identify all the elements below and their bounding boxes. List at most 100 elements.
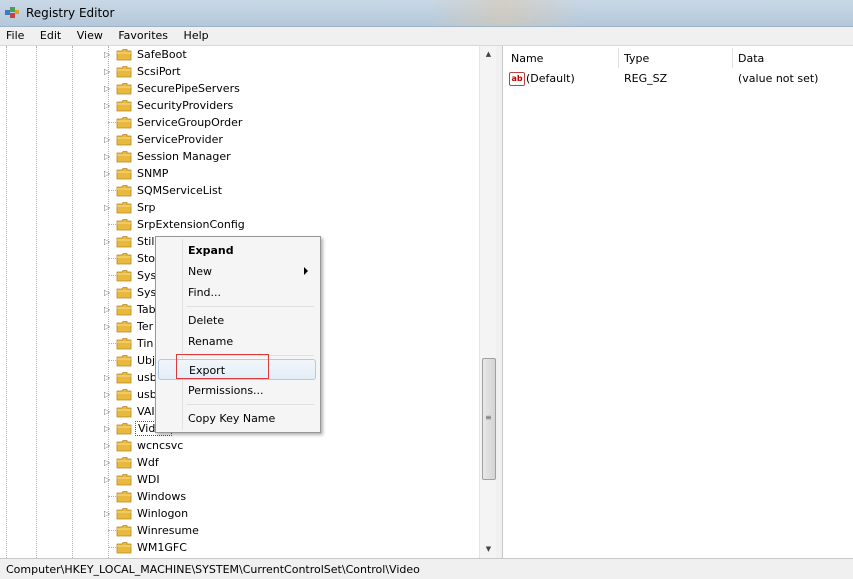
menu-favorites[interactable]: Favorites bbox=[112, 27, 174, 42]
menu-view[interactable]: View bbox=[71, 27, 109, 42]
folder-icon bbox=[116, 371, 132, 384]
tree-item[interactable]: Windows bbox=[4, 488, 479, 505]
tree-item-label: Session Manager bbox=[137, 150, 231, 163]
tree-item[interactable]: ▷ Srp bbox=[4, 199, 479, 216]
menu-file[interactable]: File bbox=[0, 27, 30, 42]
folder-icon bbox=[116, 235, 132, 248]
tree-item[interactable]: ▷ Wdf bbox=[4, 454, 479, 471]
column-divider[interactable] bbox=[618, 48, 619, 68]
tree-item[interactable]: ▷ SNMP bbox=[4, 165, 479, 182]
scroll-up-icon[interactable]: ▲ bbox=[480, 46, 497, 63]
tree-item[interactable]: Winresume bbox=[4, 522, 479, 539]
tree-item-label: Srp bbox=[137, 201, 156, 214]
expand-arrow-icon[interactable]: ▷ bbox=[104, 458, 112, 467]
tree-item-label: Tab bbox=[137, 303, 156, 316]
folder-icon bbox=[116, 405, 132, 418]
expand-arrow-icon[interactable]: ▷ bbox=[104, 84, 112, 93]
menu-item-label: Permissions... bbox=[188, 384, 264, 397]
tree-item-label: usb bbox=[137, 371, 157, 384]
expand-arrow-icon[interactable]: ▷ bbox=[104, 169, 112, 178]
tree-item[interactable]: ▷ SecurityProviders bbox=[4, 97, 479, 114]
tree-item[interactable]: ▷ Session Manager bbox=[4, 148, 479, 165]
tree-item-label: Winresume bbox=[137, 524, 199, 537]
tree-item-label: wcncsvc bbox=[137, 439, 184, 452]
menu-item-permissions[interactable]: Permissions... bbox=[158, 380, 316, 401]
folder-icon bbox=[116, 286, 132, 299]
menu-item-label: Rename bbox=[188, 335, 234, 348]
expand-arrow-icon[interactable]: ▷ bbox=[104, 50, 112, 59]
menu-item-delete[interactable]: Delete bbox=[158, 310, 316, 331]
tree-item[interactable]: ▷ ServiceProvider bbox=[4, 131, 479, 148]
submenu-arrow-icon bbox=[304, 267, 308, 275]
menu-item-find[interactable]: Find... bbox=[158, 282, 316, 303]
column-header-data[interactable]: Data bbox=[738, 46, 764, 68]
expand-arrow-icon[interactable]: ▷ bbox=[104, 67, 112, 76]
menu-item-label: New bbox=[188, 265, 212, 278]
expand-arrow-icon[interactable]: ▷ bbox=[104, 441, 112, 450]
expand-arrow-icon[interactable]: ▷ bbox=[104, 203, 112, 212]
menu-separator bbox=[186, 306, 314, 307]
expand-arrow-icon[interactable]: ▷ bbox=[104, 407, 112, 416]
expand-arrow-icon[interactable]: ▷ bbox=[104, 424, 112, 433]
tree-item-label: Tin bbox=[137, 337, 154, 350]
tree-item-label: SQMServiceList bbox=[137, 184, 223, 197]
menu-item-label: Find... bbox=[188, 286, 222, 299]
value-data: (value not set) bbox=[738, 72, 819, 85]
value-row[interactable]: ab (Default) REG_SZ (value not set) bbox=[503, 70, 853, 87]
folder-icon bbox=[116, 218, 132, 231]
tree-item[interactable]: ServiceGroupOrder bbox=[4, 114, 479, 131]
expand-arrow-icon[interactable]: ▷ bbox=[104, 322, 112, 331]
column-divider[interactable] bbox=[732, 48, 733, 68]
tree-item-label: SNMP bbox=[137, 167, 169, 180]
folder-icon bbox=[116, 354, 132, 367]
expand-arrow-icon[interactable]: ▷ bbox=[104, 135, 112, 144]
folder-icon bbox=[116, 456, 132, 469]
expand-arrow-icon[interactable]: ▷ bbox=[104, 288, 112, 297]
tree-item[interactable]: ▷ wcncsvc bbox=[4, 437, 479, 454]
expand-arrow-icon[interactable]: ▷ bbox=[104, 101, 112, 110]
tree-scrollbar[interactable]: ▲ ≡ ▼ bbox=[479, 46, 497, 558]
folder-icon bbox=[116, 269, 132, 282]
menu-separator bbox=[186, 404, 314, 405]
expand-arrow-icon[interactable]: ▷ bbox=[104, 390, 112, 399]
tree-item[interactable]: ▷ SecurePipeServers bbox=[4, 80, 479, 97]
menu-help[interactable]: Help bbox=[178, 27, 215, 42]
tree-item[interactable]: ▷ SafeBoot bbox=[4, 46, 479, 63]
menu-edit[interactable]: Edit bbox=[34, 27, 67, 42]
tree-item[interactable]: ▷ WDI bbox=[4, 471, 479, 488]
tree-item[interactable]: SrpExtensionConfig bbox=[4, 216, 479, 233]
menu-item-copy-key-name[interactable]: Copy Key Name bbox=[158, 408, 316, 429]
menu-item-expand[interactable]: Expand bbox=[158, 240, 316, 261]
tree-item[interactable]: ▷ ScsiPort bbox=[4, 63, 479, 80]
tree-item-label: Sto bbox=[137, 252, 156, 265]
folder-icon bbox=[116, 99, 132, 112]
value-name: (Default) bbox=[526, 72, 575, 85]
expand-arrow-icon[interactable]: ▷ bbox=[104, 475, 112, 484]
column-header-name[interactable]: Name bbox=[511, 46, 543, 68]
grip-icon: ≡ bbox=[485, 413, 492, 422]
folder-icon bbox=[116, 473, 132, 486]
column-header-type[interactable]: Type bbox=[624, 46, 649, 68]
tree-item-label: WDI bbox=[137, 473, 160, 486]
expand-arrow-icon[interactable]: ▷ bbox=[104, 237, 112, 246]
scrollbar-thumb[interactable]: ≡ bbox=[482, 358, 496, 480]
folder-icon bbox=[116, 116, 132, 129]
folder-icon bbox=[116, 65, 132, 78]
tree-item[interactable]: ▷ Winlogon bbox=[4, 505, 479, 522]
expand-arrow-icon[interactable]: ▷ bbox=[104, 152, 112, 161]
tree-item-label: ServiceProvider bbox=[137, 133, 223, 146]
tree-item-label: VAI bbox=[137, 405, 155, 418]
folder-icon bbox=[116, 541, 132, 554]
menu-item-rename[interactable]: Rename bbox=[158, 331, 316, 352]
expand-arrow-icon[interactable]: ▷ bbox=[104, 305, 112, 314]
expand-arrow-icon[interactable]: ▷ bbox=[104, 509, 112, 518]
folder-icon bbox=[116, 303, 132, 316]
tree-item[interactable]: SQMServiceList bbox=[4, 182, 479, 199]
menu-item-new[interactable]: New bbox=[158, 261, 316, 282]
tree-item[interactable]: WM1GFC bbox=[4, 539, 479, 556]
scroll-down-icon[interactable]: ▼ bbox=[480, 541, 497, 558]
folder-icon bbox=[116, 524, 132, 537]
expand-arrow-icon[interactable]: ▷ bbox=[104, 373, 112, 382]
menu-item-label: Copy Key Name bbox=[188, 412, 276, 425]
menu-bar: File Edit View Favorites Help bbox=[0, 27, 853, 46]
